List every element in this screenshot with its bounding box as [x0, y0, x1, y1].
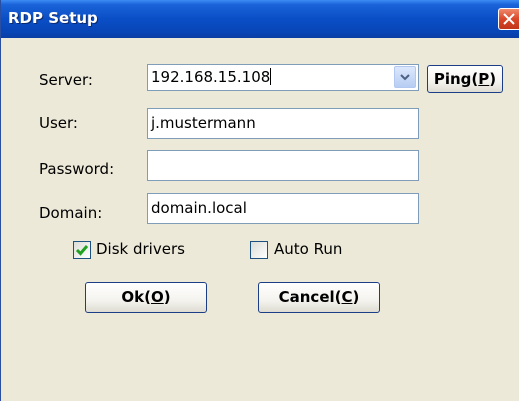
ping-button[interactable]: Ping(P): [427, 65, 503, 93]
checkmark-icon: [75, 245, 89, 256]
text-caret: [270, 68, 272, 85]
ping-button-accesskey: P: [478, 70, 490, 88]
user-label: User:: [39, 114, 78, 132]
ok-button[interactable]: Ok(O): [85, 282, 207, 313]
domain-label: Domain:: [39, 204, 103, 222]
window-title: RDP Setup: [8, 9, 98, 27]
disk-drivers-label[interactable]: Disk drivers: [96, 240, 185, 258]
chevron-down-icon: [400, 74, 410, 81]
auto-run-label[interactable]: Auto Run: [274, 240, 342, 258]
server-dropdown-button[interactable]: [394, 66, 416, 88]
cancel-button-accesskey: C: [341, 288, 353, 306]
title-bar[interactable]: RDP Setup: [1, 0, 519, 38]
auto-run-checkbox[interactable]: [250, 241, 268, 259]
disk-drivers-checkbox[interactable]: [73, 241, 91, 259]
ping-button-label-end: ): [489, 70, 497, 88]
domain-value: domain.local: [151, 199, 247, 217]
ping-button-label: Ping(: [433, 70, 479, 88]
password-field[interactable]: [147, 150, 419, 181]
ok-button-accesskey: O: [150, 288, 164, 306]
ok-button-label: Ok(: [121, 288, 151, 306]
server-combobox[interactable]: 192.168.15.108: [147, 64, 419, 91]
password-label: Password:: [39, 160, 115, 178]
cancel-button-label: Cancel(: [278, 288, 342, 306]
cancel-button-label-end: ): [352, 288, 360, 306]
user-field[interactable]: j.mustermann: [147, 108, 419, 139]
domain-field[interactable]: domain.local: [147, 193, 419, 224]
ok-button-label-end: ): [163, 288, 171, 306]
cancel-button[interactable]: Cancel(C): [258, 282, 380, 313]
close-icon: [503, 13, 515, 25]
user-value: j.mustermann: [151, 114, 256, 132]
rdp-setup-window: RDP Setup Server: 192.168.15.108 Ping(P)…: [0, 0, 519, 401]
server-value: 192.168.15.108: [151, 68, 271, 86]
close-button[interactable]: [498, 8, 519, 30]
server-label: Server:: [39, 71, 93, 89]
